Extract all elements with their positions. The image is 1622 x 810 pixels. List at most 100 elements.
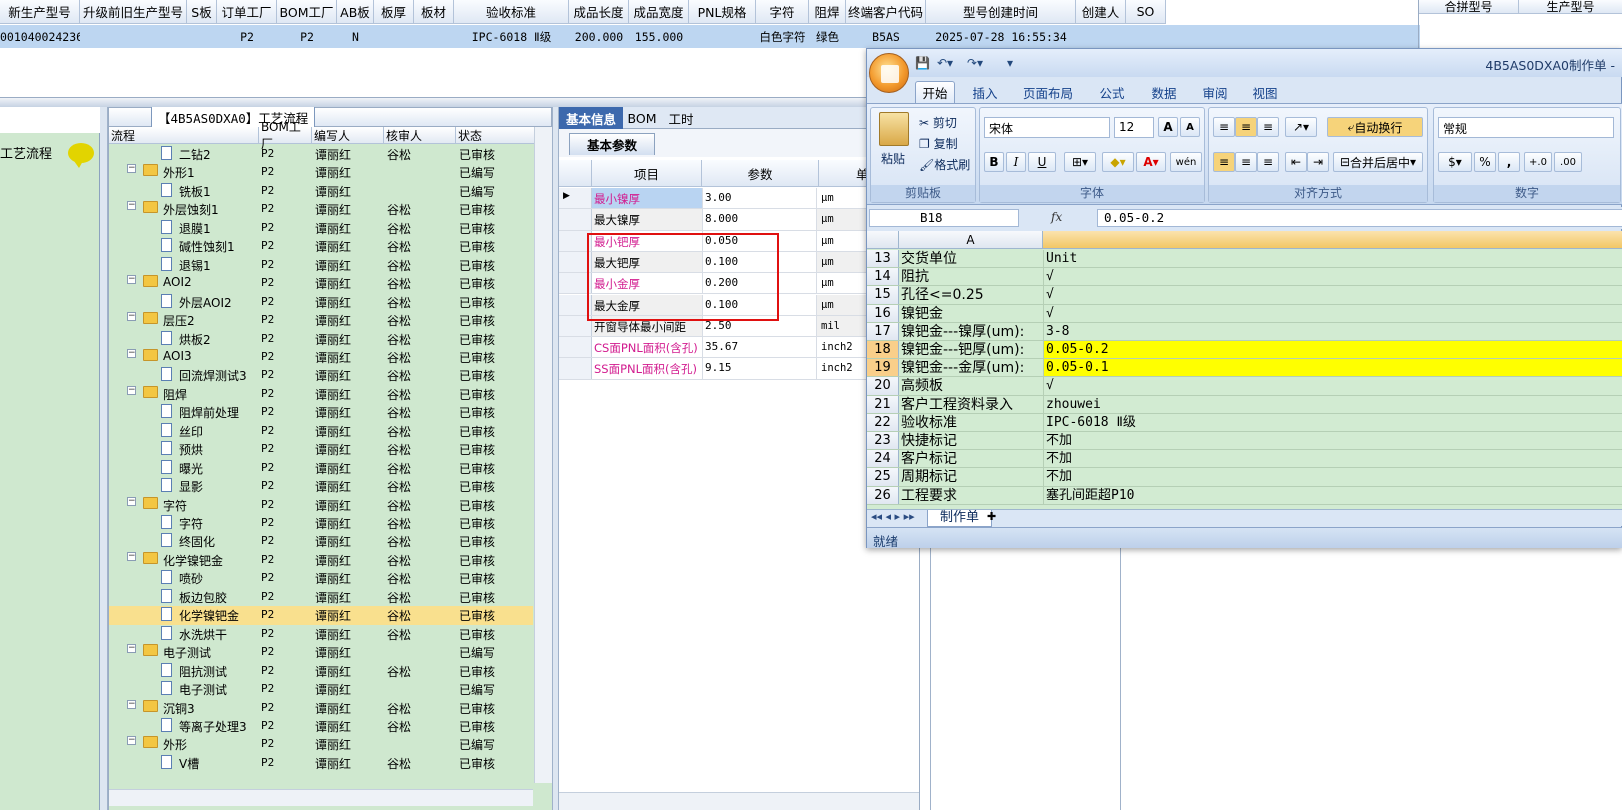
sheet-row[interactable]: 19 镍钯金---金厚(um): 0.05-0.1: [867, 359, 1622, 378]
cell-length[interactable]: 200.000: [569, 25, 629, 48]
cell-so[interactable]: [1126, 25, 1166, 48]
row-number[interactable]: 16: [867, 304, 899, 322]
tree-row[interactable]: 铣板1 P2 谭丽红 已编写: [109, 182, 533, 200]
column-header-created-time[interactable]: 型号创建时间: [926, 0, 1076, 24]
cell-a[interactable]: 孔径<=0.25: [901, 286, 984, 304]
align-center-icon[interactable]: ≡: [1235, 152, 1257, 172]
column-header-b[interactable]: [1043, 231, 1622, 249]
italic-button[interactable]: I: [1006, 152, 1026, 172]
param-value[interactable]: 9.15: [702, 358, 817, 379]
row-number[interactable]: 23: [867, 432, 899, 450]
percent-button[interactable]: %: [1474, 152, 1496, 172]
param-value[interactable]: 3.00: [702, 188, 817, 209]
cell-b[interactable]: 不加: [1043, 432, 1622, 450]
cell-old-model[interactable]: [80, 25, 187, 48]
align-top-icon[interactable]: ≡: [1213, 117, 1235, 137]
tree-row[interactable]: 终固化 P2 谭丽红 谷松 已审核: [109, 532, 533, 550]
column-header-merge-model[interactable]: 合拼型号: [1419, 0, 1519, 14]
tree-row[interactable]: − AOI3 P2 谭丽红 谷松 已审核: [109, 348, 533, 366]
tree-row[interactable]: − 化学镍钯金 P2 谭丽红 谷松 已审核: [109, 551, 533, 569]
process-flow-nav-label[interactable]: 工艺流程: [0, 143, 52, 162]
middle-splitter[interactable]: [552, 107, 559, 810]
tree-header-status[interactable]: 状态: [456, 127, 535, 144]
tree-row[interactable]: 等离子处理3 P2 谭丽红 谷松 已审核: [109, 717, 533, 735]
tree-row[interactable]: 字符 P2 谭丽红 谷松 已审核: [109, 514, 533, 532]
increase-decimal-icon[interactable]: +.0: [1524, 152, 1552, 172]
cell-a[interactable]: 阻抗: [901, 268, 929, 286]
cell-b[interactable]: zhouwei: [1043, 395, 1622, 413]
tree-row[interactable]: − 层压2 P2 谭丽红 谷松 已审核: [109, 311, 533, 329]
sheet-row[interactable]: 15 孔径<=0.25 √: [867, 286, 1622, 305]
shrink-font-button[interactable]: A: [1180, 117, 1200, 137]
tree-row[interactable]: − 电子测试 P2 谭丽红 已编写: [109, 643, 533, 661]
subtab-basic-params[interactable]: 基本参数: [569, 133, 655, 155]
tree-row[interactable]: 烘板2 P2 谭丽红 谷松 已审核: [109, 330, 533, 348]
cell-a[interactable]: 高频板: [901, 377, 943, 395]
row-number[interactable]: 21: [867, 395, 899, 413]
param-row[interactable]: ▶ 最小镍厚 3.00 μm: [559, 188, 919, 210]
underline-button[interactable]: U: [1028, 152, 1056, 172]
tree-row[interactable]: − 字符 P2 谭丽红 谷松 已审核: [109, 496, 533, 514]
sheet-row[interactable]: 21 客户工程资料录入 zhouwei: [867, 395, 1622, 414]
cell-s-board[interactable]: [187, 25, 217, 48]
font-name-combo[interactable]: 宋体: [984, 117, 1110, 138]
column-header-order-factory[interactable]: 订单工厂: [217, 0, 277, 24]
comma-button[interactable]: ,: [1498, 152, 1520, 172]
column-header-production-model[interactable]: 生产型号: [1519, 0, 1622, 14]
tree-row[interactable]: 板边包胶 P2 谭丽红 谷松 已审核: [109, 588, 533, 606]
ribbon-tab-home[interactable]: 开始: [915, 81, 955, 103]
format-painter-button[interactable]: 🖌格式刷: [919, 156, 970, 173]
column-header-acceptance-standard[interactable]: 验收标准: [454, 0, 569, 24]
ribbon-tab-insert[interactable]: 插入: [965, 81, 1005, 103]
grid-header-item[interactable]: 项目: [592, 160, 702, 187]
fx-icon[interactable]: fx: [1027, 209, 1097, 227]
sheet-row[interactable]: 24 客户标记 不加: [867, 450, 1622, 469]
cell-a[interactable]: 镍钯金---镍厚(um):: [901, 323, 1024, 341]
cell-end-customer-code[interactable]: B5AS: [846, 25, 926, 48]
info-horizontal-scrollbar[interactable]: [559, 792, 919, 810]
collapse-toggle-icon[interactable]: −: [127, 201, 136, 211]
cell-bom-factory[interactable]: P2: [277, 25, 337, 48]
tree-horizontal-scrollbar[interactable]: [109, 789, 533, 806]
cell-b[interactable]: IPC-6018 Ⅱ级: [1043, 413, 1622, 431]
cell-b[interactable]: 3-8: [1043, 322, 1622, 340]
tree-row[interactable]: 显影 P2 谭丽红 谷松 已审核: [109, 477, 533, 495]
cell-ab-board[interactable]: N: [337, 25, 374, 48]
number-format-combo[interactable]: 常规: [1438, 117, 1614, 138]
tree-row[interactable]: 二钻2 P2 谭丽红 谷松 已审核: [109, 145, 533, 163]
cell-b[interactable]: √: [1043, 286, 1622, 304]
tab-bom[interactable]: BOM: [623, 107, 661, 129]
fill-color-button[interactable]: ◆▾: [1102, 152, 1134, 172]
cell-width[interactable]: 155.000: [629, 25, 689, 48]
align-right-icon[interactable]: ≡: [1257, 152, 1279, 172]
collapse-toggle-icon[interactable]: −: [127, 275, 136, 285]
cut-button[interactable]: ✂ 剪切: [919, 114, 957, 131]
cell-a[interactable]: 镍钯金: [901, 305, 943, 323]
cell-b[interactable]: √: [1043, 268, 1622, 286]
row-number[interactable]: 19: [867, 359, 899, 377]
paste-icon[interactable]: [879, 112, 909, 146]
redo-icon[interactable]: ↷▾: [967, 56, 983, 70]
comment-bubble-icon[interactable]: [68, 143, 94, 168]
row-number[interactable]: 25: [867, 468, 899, 486]
cell-b[interactable]: √: [1043, 377, 1622, 395]
row-number[interactable]: 18: [867, 341, 899, 359]
param-value[interactable]: 35.67: [702, 337, 817, 358]
sheet-row[interactable]: 25 周期标记 不加: [867, 468, 1622, 487]
tree-row[interactable]: 喷砂 P2 谭丽红 谷松 已审核: [109, 569, 533, 587]
column-header-thickness[interactable]: 板厚: [374, 0, 414, 24]
cell-a[interactable]: 周期标记: [901, 468, 957, 486]
param-row[interactable]: 最大镍厚 8.000 μm: [559, 209, 919, 231]
column-header-ab-board[interactable]: AB板: [337, 0, 374, 24]
param-value[interactable]: 8.000: [702, 209, 817, 230]
paste-button[interactable]: 粘贴: [881, 150, 905, 167]
tab-basic-info[interactable]: 基本信息: [559, 107, 623, 129]
increase-indent-icon[interactable]: ⇥: [1307, 152, 1329, 172]
param-row[interactable]: SS面PNL面积(含孔) 9.15 inch2: [559, 358, 919, 380]
column-header-new-model[interactable]: 新生产型号: [0, 0, 80, 24]
collapse-toggle-icon[interactable]: −: [127, 551, 136, 561]
decrease-decimal-icon[interactable]: .00: [1554, 152, 1582, 172]
collapse-toggle-icon[interactable]: −: [127, 385, 136, 395]
cell-a[interactable]: 交货单位: [901, 250, 957, 268]
collapse-toggle-icon[interactable]: −: [127, 348, 136, 358]
